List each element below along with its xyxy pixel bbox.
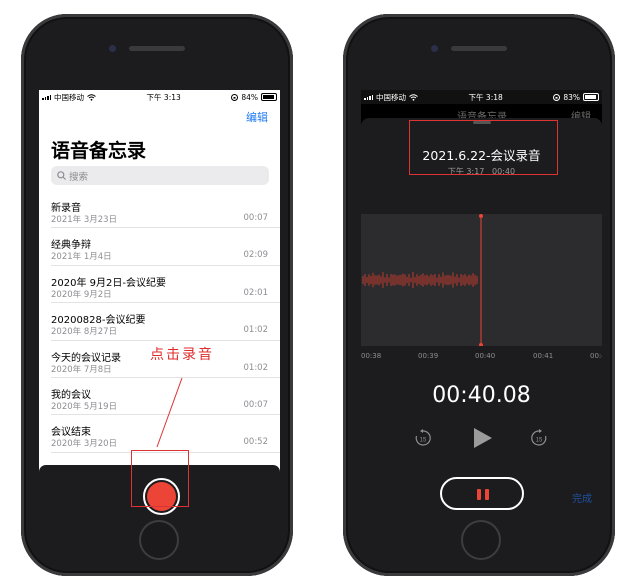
play-button[interactable] [471,427,493,449]
skip-back-seconds: 15 [420,438,427,444]
waveform [362,214,483,346]
timeline-ruler: 00:38 00:39 00:40 00:41 00:4 [361,350,602,364]
list-item[interactable]: 会议结束 2020年 3月20日 00:52 [51,415,280,453]
edit-button[interactable]: 编辑 [246,109,268,125]
recording-name: 经典争辩 [51,240,91,252]
elapsed-time: 00:40.08 [432,383,531,408]
record-button-highlight-box [131,450,189,507]
recording-duration: 01:02 [243,362,269,373]
recording-date: 2021年 3月23日 [51,215,118,225]
status-bar: 中国移动 下午 3:13 84% [39,90,280,104]
recording-name: 20200828-会议纪要 [51,315,146,327]
recording-duration: 00:07 [243,399,269,410]
front-camera [109,45,116,52]
right-phone: 中国移动 下午 3:18 83% 语音备忘录 编辑 2021.6.22-会议录音… [343,14,615,576]
search-icon [57,171,66,180]
status-bar: 中国移动 下午 3:18 83% [361,90,602,104]
recording-name: 我的会议 [51,389,91,401]
list-item[interactable]: 新录音 2021年 3月23日 00:07 [51,191,280,229]
recording-sheet: 2021.6.22-会议录音 下午 3:17 00:40 00:38 00:39… [361,118,602,527]
home-button[interactable] [461,520,501,560]
recording-name: 会议结束 [51,427,91,439]
skip-forward-button[interactable]: 15 [529,428,549,448]
home-button[interactable] [139,520,179,560]
earpiece-speaker [451,46,507,51]
skip-forward-icon: 15 [531,429,547,446]
pause-button[interactable] [440,477,524,510]
search-input[interactable]: 搜索 [51,166,269,185]
rotation-lock-icon [231,93,239,101]
page-title: 语音备忘录 [51,140,147,162]
play-icon [474,428,492,448]
recording-name: 2020年 9月2日-会议纪要 [51,277,166,289]
recording-duration: 00:52 [243,437,269,448]
tap-to-record-annotation: 点击录音 [150,347,214,363]
pause-icon [477,489,481,500]
skip-forward-seconds: 15 [536,438,543,444]
recording-title-highlight-box [409,120,558,175]
recording-date: 2020年 3月20日 [51,439,118,450]
battery-icon [583,93,599,101]
list-item[interactable]: 20200828-会议纪要 2020年 8月27日 01:02 [51,303,280,341]
list-item[interactable]: 2020年 9月2日-会议纪要 2020年 9月2日 02:01 [51,266,280,304]
recording-name: 新录音 [51,203,81,214]
done-button[interactable]: 完成 [572,490,592,505]
list-item[interactable]: 经典争辩 2021年 1月4日 02:09 [51,228,280,266]
carrier-label: 中国移动 [376,92,406,102]
skip-back-icon: 15 [415,429,431,446]
tick-label: 00:38 [361,352,382,360]
tick-label: 00:40 [475,352,496,360]
search-placeholder: 搜索 [69,171,89,183]
status-time: 下午 3:13 [146,92,181,102]
recording-date: 2020年 7月8日 [51,364,112,375]
front-camera [431,45,438,52]
signal-icon [42,94,51,100]
recording-date: 2020年 8月27日 [51,327,118,338]
recording-date: 2021年 1月4日 [51,252,112,263]
tick-label: 00:41 [533,352,554,360]
recording-date: 2020年 9月2日 [51,289,112,300]
recording-duration: 02:09 [243,250,269,261]
recording-date: 2020年 5月19日 [51,401,118,412]
recording-duration: 00:07 [243,213,269,223]
recording-name: 今天的会议记录 [51,352,121,364]
carrier-label: 中国移动 [54,92,84,102]
signal-icon [364,94,373,100]
recording-duration: 01:02 [243,325,269,336]
tick-label: 00:4 [590,352,602,360]
battery-percent: 83% [563,92,580,102]
tick-label: 00:39 [418,352,439,360]
wifi-icon [409,93,418,101]
pause-icon [485,489,489,500]
skip-back-button[interactable]: 15 [413,428,433,448]
waveform-area [361,214,602,346]
status-time: 下午 3:18 [468,92,503,102]
list-item[interactable]: 我的会议 2020年 5月19日 00:07 [51,378,280,416]
recording-duration: 02:01 [243,287,269,298]
recordings-list: 新录音 2021年 3月23日 00:07 经典争辩 2021年 1月4日 02:09 … [51,191,280,453]
battery-percent: 84% [241,92,258,102]
rotation-lock-icon [553,93,561,101]
wifi-icon [87,93,96,101]
battery-icon [261,93,277,101]
earpiece-speaker [129,46,185,51]
